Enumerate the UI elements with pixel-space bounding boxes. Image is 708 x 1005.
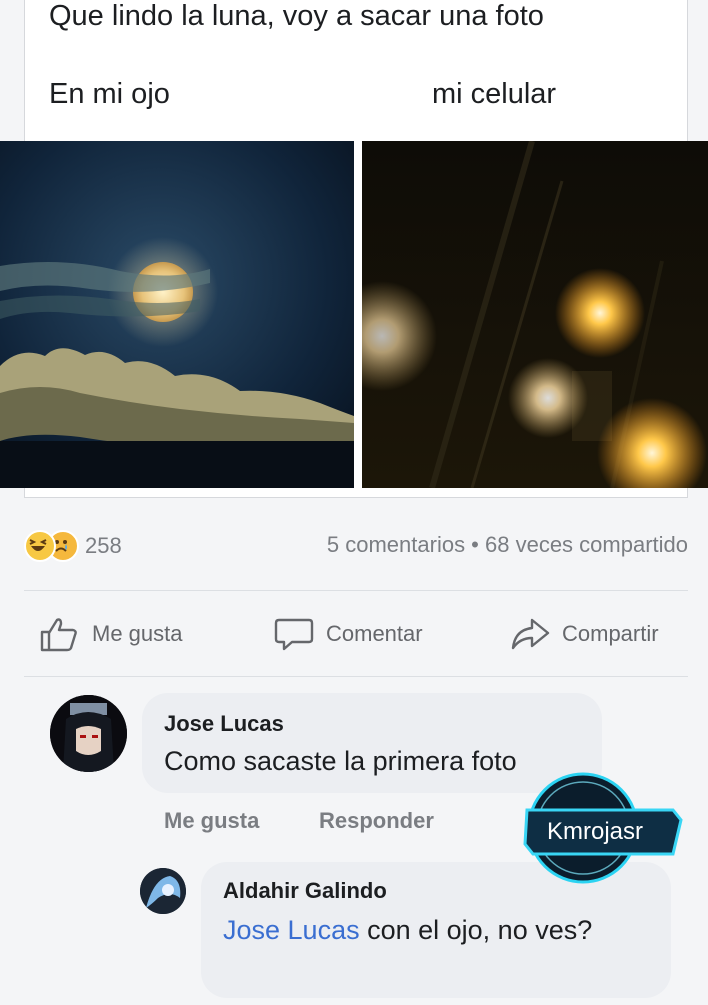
comment-label: Comentar — [326, 621, 423, 646]
like-label: Me gusta — [92, 621, 183, 646]
comment-reply-link[interactable]: Responder — [319, 808, 434, 834]
watermark-text: Kmrojasr — [547, 818, 644, 845]
reply-text: Jose Lucas con el ojo, no ves? — [223, 912, 603, 948]
comment-author[interactable]: Jose Lucas — [164, 711, 284, 737]
share-button[interactable]: Compartir — [510, 612, 659, 656]
reactions-summary[interactable]: 258 — [24, 530, 122, 562]
comment-like-link[interactable]: Me gusta — [164, 808, 259, 834]
mention-link[interactable]: Jose Lucas — [223, 915, 360, 945]
speech-bubble-icon — [274, 618, 314, 651]
post-caption: Que lindo la luna, voy a sacar una foto — [49, 0, 544, 32]
reply-author[interactable]: Aldahir Galindo — [223, 878, 387, 904]
divider-bottom — [24, 676, 688, 677]
haha-emoji-icon — [24, 530, 56, 562]
share-arrow-icon — [511, 618, 550, 650]
avatar[interactable] — [50, 695, 127, 772]
reaction-count: 258 — [85, 533, 122, 558]
share-label: Compartir — [562, 621, 659, 646]
divider-top — [24, 590, 688, 591]
like-button[interactable]: Me gusta — [40, 612, 183, 656]
label-eye: En mi ojo — [49, 78, 170, 110]
moon-photo[interactable] — [0, 141, 354, 488]
reply-body: con el ojo, no ves? — [359, 915, 593, 945]
label-phone: mi celular — [432, 78, 557, 110]
avatar-reply[interactable] — [140, 868, 186, 914]
comment-text: Como sacaste la primera foto — [164, 746, 517, 776]
phone-photo[interactable] — [362, 141, 708, 488]
thumbs-up-icon — [40, 618, 77, 652]
post-stats[interactable]: 5 comentarios • 68 veces compartido — [327, 532, 688, 558]
comment-button[interactable]: Comentar — [274, 612, 423, 656]
